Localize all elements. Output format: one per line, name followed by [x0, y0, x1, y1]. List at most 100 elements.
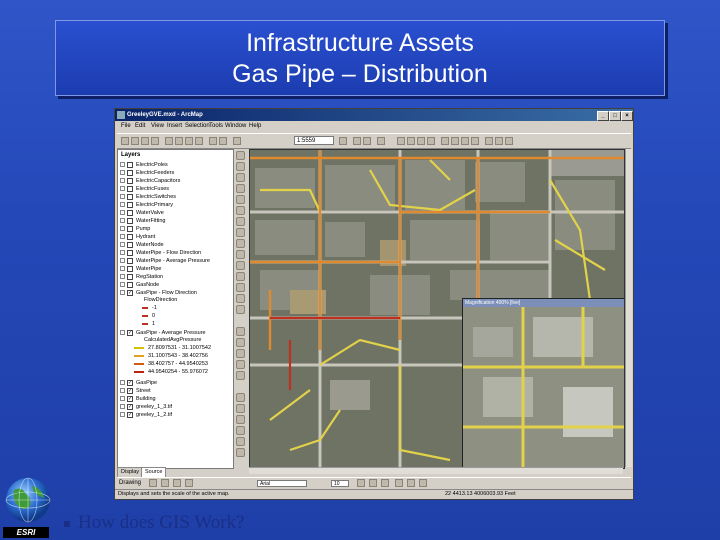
redo-icon[interactable] — [219, 137, 227, 145]
copy-icon[interactable] — [175, 137, 183, 145]
toc-layer[interactable]: ✓ Building — [120, 395, 156, 403]
toc-layer[interactable]: ✓ GasPipe — [120, 379, 157, 387]
menu-selection[interactable]: Selection — [185, 123, 210, 129]
expand-icon[interactable] — [120, 234, 125, 240]
layer-checkbox-checked[interactable]: ✓ — [127, 395, 133, 402]
clear-results-icon[interactable] — [236, 448, 245, 457]
layer-checkbox[interactable] — [127, 265, 133, 272]
toc-layer[interactable]: WaterPipe - Flow Direction — [120, 249, 201, 257]
bold-icon[interactable] — [357, 479, 365, 487]
layer-checkbox[interactable] — [127, 225, 133, 232]
menu-file[interactable]: File — [121, 123, 131, 129]
line-color-icon[interactable] — [419, 479, 427, 487]
binoculars-icon[interactable] — [236, 283, 245, 292]
layer-checkbox-checked[interactable]: ✓ — [127, 329, 133, 336]
font-select[interactable]: Arial — [257, 480, 307, 487]
collapse-icon[interactable] — [120, 290, 125, 296]
layer-checkbox[interactable] — [127, 233, 133, 240]
forward-extent-icon[interactable] — [236, 228, 245, 237]
italic-icon[interactable] — [369, 479, 377, 487]
expand-icon[interactable] — [120, 194, 125, 200]
network-tool-icon[interactable] — [236, 393, 245, 402]
identify-tool-icon[interactable] — [236, 261, 245, 270]
layer-checkbox[interactable] — [127, 177, 133, 184]
flag-tool-icon[interactable] — [236, 415, 245, 424]
map-display[interactable]: Magnification 400% [live] — [249, 149, 625, 469]
rotate-icon[interactable] — [161, 479, 169, 487]
rotate-tool-icon[interactable] — [236, 360, 245, 369]
layer-checkbox[interactable] — [127, 273, 133, 280]
expand-icon[interactable] — [120, 178, 125, 184]
select-icon[interactable] — [441, 137, 449, 145]
open-icon[interactable] — [131, 137, 139, 145]
expand-icon[interactable] — [120, 250, 125, 256]
toc-layer[interactable]: ElectricCapacitors — [120, 177, 180, 185]
expand-icon[interactable] — [120, 162, 125, 168]
solve-tool-icon[interactable] — [236, 437, 245, 446]
hyperlink-icon[interactable] — [485, 137, 493, 145]
expand-icon[interactable] — [120, 242, 125, 248]
toc-layer[interactable]: WaterValve — [120, 209, 164, 217]
expand-icon[interactable] — [120, 388, 125, 394]
magnifier-window[interactable]: Magnification 400% [live] — [462, 298, 624, 468]
expand-icon[interactable] — [120, 282, 125, 288]
expand-icon[interactable] — [120, 186, 125, 192]
menu-insert[interactable]: Insert — [167, 123, 182, 129]
magnifier-icon[interactable] — [495, 137, 503, 145]
fixed-zoom-in-icon[interactable] — [236, 173, 245, 182]
pan-tool-icon[interactable] — [236, 195, 245, 204]
expand-icon[interactable] — [120, 412, 125, 418]
layer-checkbox[interactable] — [127, 209, 133, 216]
toc-layer[interactable]: ElectricFeeders — [120, 169, 174, 177]
rectangle-icon[interactable] — [173, 479, 181, 487]
layer-checkbox-checked[interactable]: ✓ — [127, 403, 133, 410]
toc-layer[interactable]: ✓ greeley_1_2.tif — [120, 411, 172, 419]
maximize-button[interactable]: □ — [609, 111, 621, 121]
split-tool-icon[interactable] — [236, 349, 245, 358]
menu-window[interactable]: Window — [225, 123, 246, 129]
fill-color-icon[interactable] — [407, 479, 415, 487]
zoom-in-icon[interactable] — [397, 137, 405, 145]
toc-layer[interactable]: ✓ GasPipe - Average Pressure — [120, 329, 206, 337]
undo-icon[interactable] — [209, 137, 217, 145]
new-icon[interactable] — [121, 137, 129, 145]
attributes-icon[interactable] — [236, 371, 245, 380]
text-icon[interactable] — [185, 479, 193, 487]
toc-layer[interactable]: Hydrant — [120, 233, 155, 241]
toc-layer[interactable]: WaterFitting — [120, 217, 165, 225]
layer-checkbox[interactable] — [127, 161, 133, 168]
expand-icon[interactable] — [120, 210, 125, 216]
select-pointer-icon[interactable] — [149, 479, 157, 487]
underline-icon[interactable] — [381, 479, 389, 487]
map-scale-input[interactable]: 1:5559 — [294, 136, 334, 145]
toc-layer[interactable]: ✓ GasPipe - Flow Direction — [120, 289, 197, 297]
layer-checkbox[interactable] — [127, 281, 133, 288]
delete-icon[interactable] — [195, 137, 203, 145]
layer-checkbox[interactable] — [127, 249, 133, 256]
expand-icon[interactable] — [120, 170, 125, 176]
menu-tools[interactable]: Tools — [209, 123, 223, 129]
help-icon[interactable] — [377, 137, 385, 145]
expand-icon[interactable] — [120, 380, 125, 386]
layer-checkbox[interactable] — [127, 257, 133, 264]
expand-icon[interactable] — [120, 202, 125, 208]
layer-checkbox-checked[interactable]: ✓ — [127, 289, 133, 296]
cut-icon[interactable] — [165, 137, 173, 145]
measure-icon[interactable] — [471, 137, 479, 145]
full-extent-icon[interactable] — [427, 137, 435, 145]
map-horizontal-scrollbar[interactable] — [249, 467, 623, 474]
minimize-button[interactable]: _ — [597, 111, 609, 121]
catalog-icon[interactable] — [363, 137, 371, 145]
font-color-icon[interactable] — [395, 479, 403, 487]
layer-checkbox[interactable] — [127, 169, 133, 176]
toc-layer[interactable]: ✓ greeley_1_3.tif — [120, 403, 172, 411]
layer-checkbox[interactable] — [127, 241, 133, 248]
map-vertical-scrollbar[interactable] — [625, 149, 632, 467]
layer-checkbox-checked[interactable]: ✓ — [127, 411, 133, 418]
add-data-icon[interactable] — [233, 137, 241, 145]
measure-tool-icon[interactable] — [236, 294, 245, 303]
layer-checkbox[interactable] — [127, 217, 133, 224]
toc-layer[interactable]: ElectricPoles — [120, 161, 168, 169]
select-features-icon[interactable] — [236, 239, 245, 248]
zoom-in-tool-icon[interactable] — [236, 151, 245, 160]
